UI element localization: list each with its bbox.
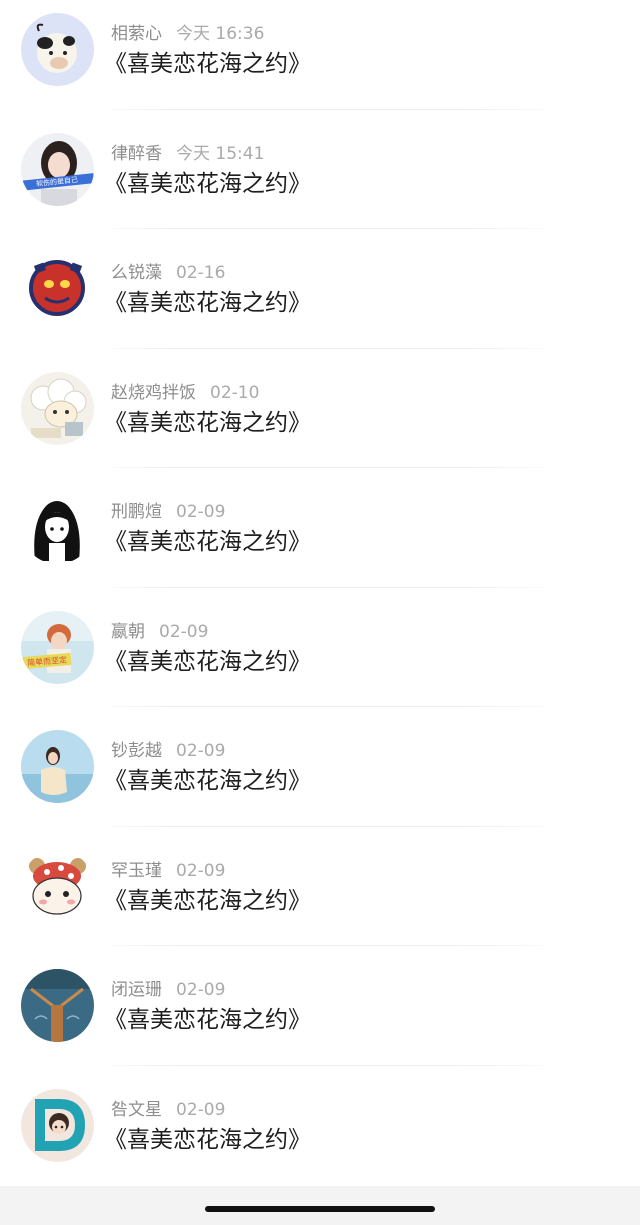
- comment-meta: 钞彭越 02-09: [111, 738, 225, 764]
- comment-text: 《喜美恋花海之约》: [104, 1126, 311, 1153]
- hamster-cartoon-avatar-icon: [21, 849, 94, 923]
- divider: [111, 706, 544, 707]
- sheep-cartoon-avatar-icon: [21, 371, 94, 445]
- girl-portrait-avatar-icon: 软伤的是自己: [21, 132, 94, 206]
- timestamp: 今天 15:41: [176, 143, 265, 164]
- avatar[interactable]: [21, 969, 94, 1042]
- comment-text: 《喜美恋花海之约》: [104, 409, 311, 436]
- divider: [111, 108, 544, 110]
- username[interactable]: 闭运珊: [111, 980, 162, 1000]
- comment-text: 《喜美恋花海之约》: [104, 768, 311, 794]
- comment-text: 《喜美恋花海之约》: [104, 1007, 311, 1033]
- cartoon-cow-avatar-icon: [21, 13, 94, 86]
- redhead-girl-avatar-icon: 简单而坚定: [21, 610, 94, 684]
- avatar[interactable]: [21, 1088, 94, 1162]
- comment-text: 《喜美恋花海之约》: [104, 290, 311, 316]
- list-item[interactable]: 咎文星 02-09 《喜美恋花海之约》: [0, 1076, 640, 1196]
- timestamp: 02-09: [176, 860, 226, 881]
- timestamp: 今天 16:36: [176, 24, 265, 44]
- timestamp: 02-09: [176, 1099, 226, 1120]
- timestamp: 02-09: [176, 980, 226, 1000]
- comment-meta: 赵烧鸡拌饭 02-10: [111, 380, 259, 406]
- timestamp: 02-09: [176, 502, 226, 522]
- timestamp: 02-10: [210, 382, 260, 403]
- avatar[interactable]: 软伤的是自己: [21, 132, 94, 206]
- list-item[interactable]: 刑鹏煊 02-09 《喜美恋花海之约》: [0, 478, 640, 598]
- timestamp: 02-09: [159, 621, 209, 642]
- avatar[interactable]: [21, 252, 94, 325]
- avatar[interactable]: [21, 13, 94, 86]
- list-item[interactable]: 赵烧鸡拌饭 02-10 《喜美恋花海之约》: [0, 359, 640, 479]
- letter-d-cartoon-avatar-icon: [21, 1088, 94, 1162]
- avatar[interactable]: [21, 491, 94, 564]
- comment-list: 相萦心 今天 16:36 《喜美恋花海之约》 软伤的是自己 律醉香 今天 15:41…: [0, 0, 640, 1195]
- avatar[interactable]: [21, 849, 94, 923]
- divider: [111, 586, 544, 588]
- timestamp: 02-09: [176, 741, 226, 761]
- divider: [111, 825, 544, 827]
- list-item[interactable]: 罕玉瑾 02-09 《喜美恋花海之约》: [0, 837, 640, 957]
- divider: [111, 347, 544, 349]
- divider: [111, 467, 544, 468]
- comment-meta: 罕玉瑾 02-09: [111, 858, 225, 884]
- username[interactable]: 么锐藻: [111, 263, 162, 283]
- comment-meta: 律醉香 今天 15:41: [111, 141, 264, 167]
- anime-girl-avatar-icon: [21, 491, 94, 564]
- username[interactable]: 律醉香: [111, 144, 162, 164]
- comment-meta: 相萦心 今天 16:36: [111, 21, 264, 47]
- list-item[interactable]: 软伤的是自己 律醉香 今天 15:41 《喜美恋花海之约》: [0, 120, 640, 240]
- username[interactable]: 嬴朝: [111, 622, 145, 642]
- beach-girl-avatar-icon: [21, 730, 94, 803]
- comment-meta: 刑鹏煊 02-09: [111, 499, 225, 525]
- username[interactable]: 刑鹏煊: [111, 502, 162, 522]
- username[interactable]: 相萦心: [111, 24, 162, 44]
- list-item[interactable]: 闭运珊 02-09 《喜美恋花海之约》: [0, 956, 640, 1076]
- username[interactable]: 咎文星: [111, 1100, 162, 1120]
- comment-text: 《喜美恋花海之约》: [104, 51, 311, 77]
- username[interactable]: 罕玉瑾: [111, 861, 162, 881]
- comment-text: 《喜美恋花海之约》: [104, 648, 311, 675]
- denim-avatar-icon: [21, 969, 94, 1042]
- comment-meta: 么锐藻 02-16: [111, 260, 225, 286]
- bottom-safe-area: [0, 1186, 640, 1225]
- comment-text: 《喜美恋花海之约》: [104, 170, 311, 197]
- divider: [111, 945, 544, 946]
- username[interactable]: 赵烧鸡拌饭: [111, 383, 196, 403]
- avatar[interactable]: 简单而坚定: [21, 610, 94, 684]
- comment-text: 《喜美恋花海之约》: [104, 887, 311, 914]
- comment-text: 《喜美恋花海之约》: [104, 529, 311, 555]
- comment-meta: 闭运珊 02-09: [111, 977, 225, 1003]
- avatar[interactable]: [21, 730, 94, 803]
- username[interactable]: 钞彭越: [111, 741, 162, 761]
- timestamp: 02-16: [176, 263, 226, 283]
- comment-meta: 嬴朝 02-09: [111, 619, 208, 645]
- divider: [111, 1064, 544, 1066]
- divider: [111, 228, 544, 229]
- red-creature-avatar-icon: [21, 252, 94, 325]
- list-item[interactable]: 么锐藻 02-16 《喜美恋花海之约》: [0, 239, 640, 359]
- list-item[interactable]: 相萦心 今天 16:36 《喜美恋花海之约》: [0, 0, 640, 120]
- list-item[interactable]: 钞彭越 02-09 《喜美恋花海之约》: [0, 717, 640, 837]
- list-item[interactable]: 简单而坚定 嬴朝 02-09 《喜美恋花海之约》: [0, 598, 640, 718]
- comment-meta: 咎文星 02-09: [111, 1097, 225, 1123]
- home-indicator[interactable]: [205, 1206, 435, 1212]
- avatar[interactable]: [21, 371, 94, 445]
